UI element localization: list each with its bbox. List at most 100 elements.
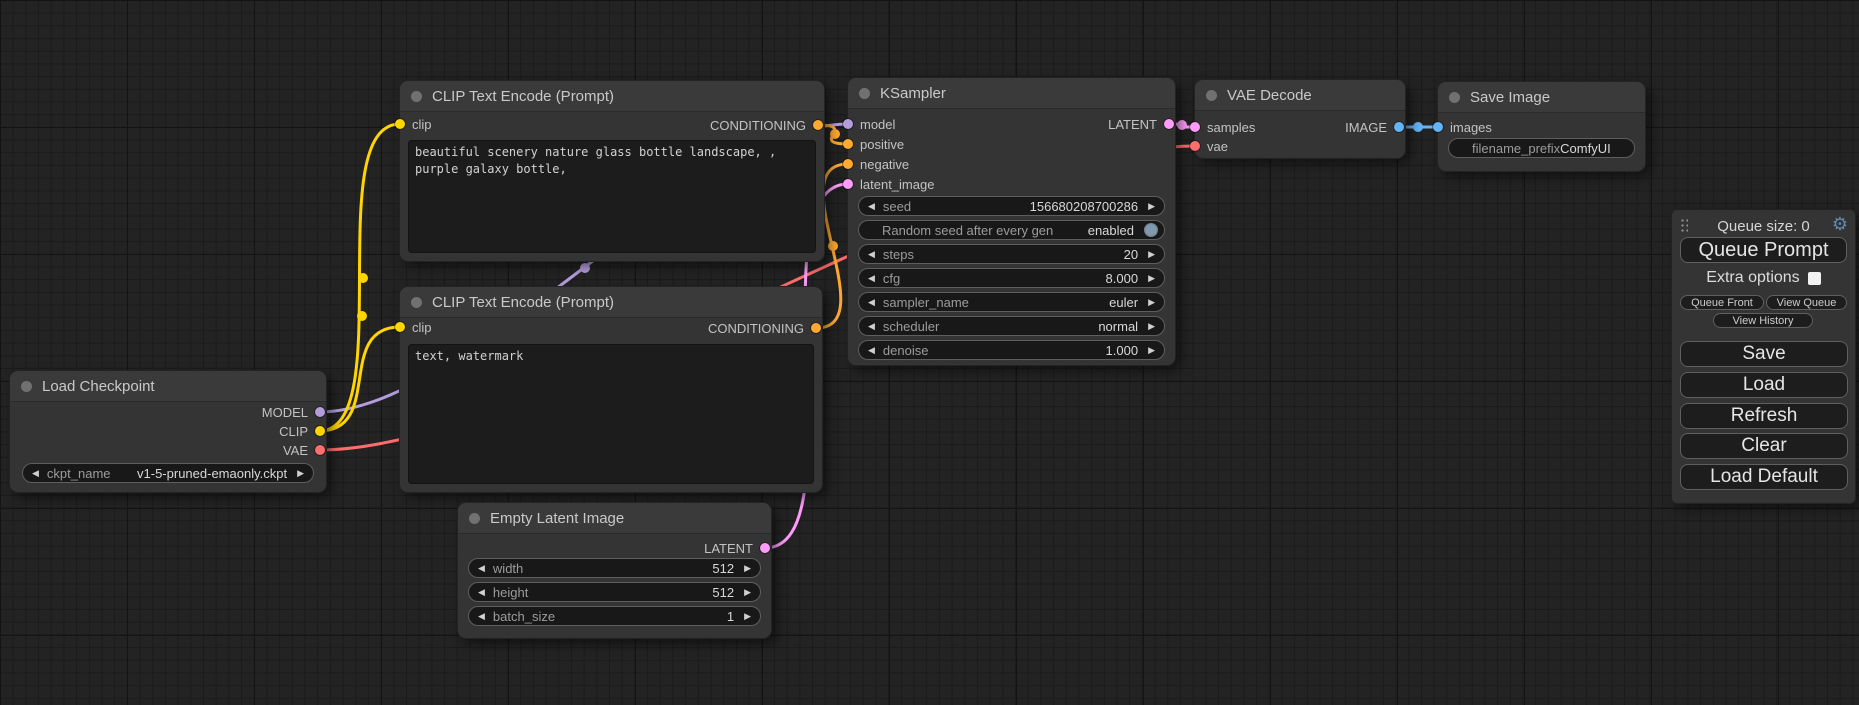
decrement-arrow-icon[interactable]: ◀	[32, 469, 39, 478]
collapse-dot-icon[interactable]	[1206, 90, 1217, 101]
decrement-arrow-icon[interactable]: ◀	[868, 250, 875, 259]
node-title-bar[interactable]: Save Image	[1438, 82, 1645, 113]
node-title-bar[interactable]: KSampler	[848, 78, 1175, 109]
input-slot-clip[interactable]: clip	[395, 319, 432, 335]
increment-arrow-icon[interactable]: ▶	[1148, 274, 1155, 283]
model-slot-icon[interactable]	[843, 119, 853, 129]
view-history-button[interactable]: View History	[1713, 313, 1813, 328]
decrement-arrow-icon[interactable]: ◀	[478, 588, 485, 597]
conditioning-slot-icon[interactable]	[843, 159, 853, 169]
input-slot-positive[interactable]: positive	[843, 136, 904, 152]
conditioning-slot-icon[interactable]	[813, 120, 823, 130]
latent-slot-icon[interactable]	[843, 179, 853, 189]
collapse-dot-icon[interactable]	[859, 88, 870, 99]
increment-arrow-icon[interactable]: ▶	[744, 564, 751, 573]
conditioning-slot-icon[interactable]	[843, 139, 853, 149]
output-slot-latent[interactable]: LATENT	[704, 540, 770, 556]
collapse-dot-icon[interactable]	[469, 513, 480, 524]
increment-arrow-icon[interactable]: ▶	[1148, 250, 1155, 259]
increment-arrow-icon[interactable]: ▶	[1148, 322, 1155, 331]
input-slot-vae[interactable]: vae	[1190, 138, 1228, 154]
conditioning-slot-icon[interactable]	[811, 323, 821, 333]
increment-arrow-icon[interactable]: ▶	[744, 612, 751, 621]
output-slot-conditioning[interactable]: CONDITIONING	[708, 320, 821, 336]
input-slot-samples[interactable]: samples	[1190, 119, 1255, 135]
extra-options-checkbox[interactable]	[1808, 272, 1821, 285]
input-slot-model[interactable]: model	[843, 116, 895, 132]
load-default-button[interactable]: Load Default	[1680, 464, 1848, 490]
view-queue-button[interactable]: View Queue	[1766, 295, 1847, 310]
decrement-arrow-icon[interactable]: ◀	[868, 274, 875, 283]
steps-widget[interactable]: ◀ steps 20 ▶	[858, 244, 1165, 264]
latent-slot-icon[interactable]	[760, 543, 770, 553]
link-midpoint-dot[interactable]	[580, 263, 590, 273]
increment-arrow-icon[interactable]: ▶	[1148, 298, 1155, 307]
image-slot-icon[interactable]	[1433, 122, 1443, 132]
latent-slot-icon[interactable]	[1164, 119, 1174, 129]
node-empty-latent-image[interactable]: Empty Latent Image LATENT ◀ width 512 ▶ …	[458, 503, 771, 638]
clip-slot-icon[interactable]	[315, 426, 325, 436]
output-slot-model[interactable]: MODEL	[262, 404, 325, 420]
cfg-widget[interactable]: ◀ cfg 8.000 ▶	[858, 268, 1165, 288]
collapse-dot-icon[interactable]	[21, 381, 32, 392]
node-title-bar[interactable]: Load Checkpoint	[10, 371, 326, 402]
output-slot-vae[interactable]: VAE	[283, 442, 325, 458]
scheduler-widget[interactable]: ◀ scheduler normal ▶	[858, 316, 1165, 336]
image-slot-icon[interactable]	[1394, 122, 1404, 132]
link-midpoint-dot[interactable]	[828, 241, 838, 251]
load-button[interactable]: Load	[1680, 372, 1848, 398]
increment-arrow-icon[interactable]: ▶	[297, 469, 304, 478]
clip-slot-icon[interactable]	[395, 119, 405, 129]
refresh-button[interactable]: Refresh	[1680, 403, 1848, 429]
sampler-name-widget[interactable]: ◀ sampler_name euler ▶	[858, 292, 1165, 312]
clip-slot-icon[interactable]	[395, 322, 405, 332]
denoise-widget[interactable]: ◀ denoise 1.000 ▶	[858, 340, 1165, 360]
decrement-arrow-icon[interactable]: ◀	[868, 346, 875, 355]
prompt-textarea[interactable]: beautiful scenery nature glass bottle la…	[408, 140, 816, 253]
ckpt-name-widget[interactable]: ◀ ckpt_name v1-5-pruned-emaonly.ckpt ▶	[22, 463, 314, 483]
link-midpoint-dot[interactable]	[357, 311, 367, 321]
collapse-dot-icon[interactable]	[411, 91, 422, 102]
filename-prefix-widget[interactable]: filename_prefix ComfyUI	[1448, 138, 1635, 158]
decrement-arrow-icon[interactable]: ◀	[868, 322, 875, 331]
batch-size-widget[interactable]: ◀ batch_size 1 ▶	[468, 606, 761, 626]
link-midpoint-dot[interactable]	[358, 273, 368, 283]
queue-prompt-button[interactable]: Queue Prompt	[1680, 237, 1847, 263]
random-seed-toggle-widget[interactable]: Random seed after every gen enabled	[858, 220, 1165, 240]
output-slot-conditioning[interactable]: CONDITIONING	[710, 117, 823, 133]
increment-arrow-icon[interactable]: ▶	[1148, 346, 1155, 355]
input-slot-clip[interactable]: clip	[395, 116, 432, 132]
node-clip-text-encode-negative[interactable]: CLIP Text Encode (Prompt) clip CONDITION…	[400, 287, 822, 492]
collapse-dot-icon[interactable]	[411, 297, 422, 308]
toggle-circle-icon[interactable]	[1144, 223, 1158, 237]
collapse-dot-icon[interactable]	[1449, 92, 1460, 103]
clear-button[interactable]: Clear	[1680, 433, 1848, 459]
settings-gear-icon[interactable]: ⚙	[1832, 214, 1848, 235]
queue-front-button[interactable]: Queue Front	[1680, 295, 1764, 310]
input-slot-latent-image[interactable]: latent_image	[843, 176, 934, 192]
width-widget[interactable]: ◀ width 512 ▶	[468, 558, 761, 578]
node-vae-decode[interactable]: VAE Decode samples vae IMAGE	[1195, 80, 1405, 158]
node-title-bar[interactable]: CLIP Text Encode (Prompt)	[400, 287, 822, 318]
output-slot-clip[interactable]: CLIP	[279, 423, 325, 439]
increment-arrow-icon[interactable]: ▶	[744, 588, 751, 597]
increment-arrow-icon[interactable]: ▶	[1148, 202, 1155, 211]
input-slot-images[interactable]: images	[1433, 119, 1492, 135]
node-title-bar[interactable]: Empty Latent Image	[458, 503, 771, 534]
decrement-arrow-icon[interactable]: ◀	[868, 298, 875, 307]
link-midpoint-dot[interactable]	[1413, 122, 1423, 132]
save-button[interactable]: Save	[1680, 341, 1848, 367]
decrement-arrow-icon[interactable]: ◀	[478, 612, 485, 621]
prompt-textarea[interactable]: text, watermark	[408, 344, 814, 484]
node-load-checkpoint[interactable]: Load Checkpoint MODEL CLIP VAE ◀ ckpt_na…	[10, 371, 326, 492]
vae-slot-icon[interactable]	[315, 445, 325, 455]
node-save-image[interactable]: Save Image images filename_prefix ComfyU…	[1438, 82, 1645, 171]
node-ksampler[interactable]: KSampler model positive negative latent_…	[848, 78, 1175, 365]
height-widget[interactable]: ◀ height 512 ▶	[468, 582, 761, 602]
output-slot-image[interactable]: IMAGE	[1345, 119, 1404, 135]
vae-slot-icon[interactable]	[1190, 141, 1200, 151]
decrement-arrow-icon[interactable]: ◀	[868, 202, 875, 211]
node-clip-text-encode-positive[interactable]: CLIP Text Encode (Prompt) clip CONDITION…	[400, 81, 824, 261]
node-title-bar[interactable]: VAE Decode	[1195, 80, 1405, 111]
seed-widget[interactable]: ◀ seed 156680208700286 ▶	[858, 196, 1165, 216]
